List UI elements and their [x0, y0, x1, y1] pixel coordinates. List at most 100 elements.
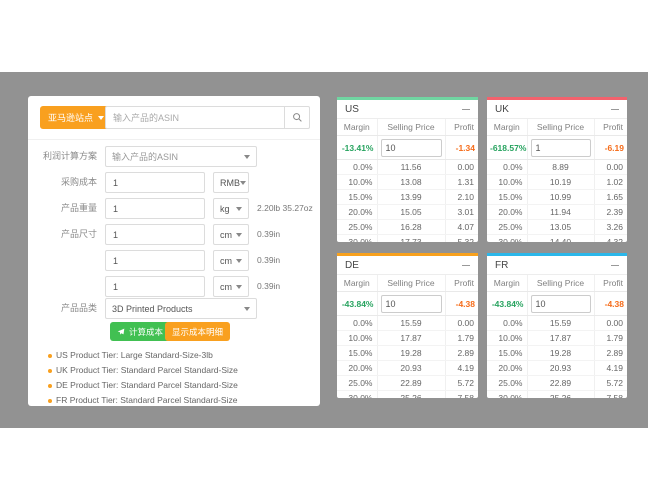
- margin-cell: 20.0%: [487, 205, 527, 220]
- profit-cell: 4.07: [445, 220, 478, 235]
- tier-notes-list: US Product Tier: Large Standard-Size-3lb…: [28, 348, 320, 408]
- price-cell: 22.89: [527, 376, 594, 391]
- asin-search-button[interactable]: [284, 106, 310, 129]
- profit-plan-select[interactable]: 输入产品的ASIN: [105, 146, 257, 167]
- price-cell: 20.93: [527, 361, 594, 376]
- dimension-height-input[interactable]: [105, 276, 205, 297]
- purchase-cost-row: 采购成本 RMB: [28, 172, 320, 193]
- dimension-unit-select[interactable]: cm: [213, 224, 249, 245]
- margin-table: Margin Selling Price Profit -13.41% -1.3…: [337, 119, 478, 242]
- dimension-unit-select[interactable]: cm: [213, 250, 249, 271]
- margin-table-row: 15.0%13.992.10: [337, 190, 478, 205]
- margin-table: Margin Selling Price Profit -618.57% -6.…: [487, 119, 627, 242]
- currency-value: RMB: [220, 178, 240, 188]
- panel-header: UK: [487, 100, 627, 119]
- margin-cell: 0.0%: [337, 316, 377, 331]
- selling-price-column-header: Selling Price: [377, 119, 445, 136]
- calculate-cost-button[interactable]: 计算成本: [110, 322, 170, 341]
- current-margin-value: -618.57%: [487, 136, 527, 160]
- weight-unit-select[interactable]: kg: [213, 198, 249, 219]
- margin-table-row: 25.0%22.895.72: [337, 376, 478, 391]
- current-margin-value: -43.84%: [337, 292, 377, 316]
- margin-table-row: 30.0%14.404.32: [487, 235, 627, 243]
- profit-cell: 1.79: [445, 331, 478, 346]
- margin-table-row: 10.0%17.871.79: [337, 331, 478, 346]
- margin-column-header: Margin: [337, 275, 377, 292]
- profit-cell: 4.19: [594, 361, 627, 376]
- selling-price-input[interactable]: [381, 139, 442, 157]
- marketplace-panel-us: US Margin Selling Price Profit -13.41% -…: [337, 97, 478, 242]
- dimension-unit-select[interactable]: cm: [213, 276, 249, 297]
- caret-down-icon: [98, 116, 104, 120]
- price-cell: 15.59: [377, 316, 445, 331]
- profit-cell: 3.01: [445, 205, 478, 220]
- margin-cell: 25.0%: [487, 220, 527, 235]
- collapse-minus-icon[interactable]: [611, 109, 619, 110]
- dimension-length-input[interactable]: [105, 224, 205, 245]
- collapse-minus-icon[interactable]: [611, 265, 619, 266]
- margin-cell: 10.0%: [337, 175, 377, 190]
- margin-cell: 10.0%: [487, 175, 527, 190]
- table-header-row: Margin Selling Price Profit: [487, 275, 627, 292]
- margin-table-row: 10.0%17.871.79: [487, 331, 627, 346]
- profit-plan-label: 利润计算方案: [28, 146, 97, 167]
- margin-column-header: Margin: [487, 119, 527, 136]
- price-cell: 22.89: [377, 376, 445, 391]
- marketplace-panel-uk: UK Margin Selling Price Profit -618.57% …: [487, 97, 627, 242]
- weight-conversion-text: 2.20lb 35.27oz: [257, 198, 313, 219]
- purchase-cost-input[interactable]: [105, 172, 205, 193]
- product-category-select[interactable]: 3D Printed Products: [105, 298, 257, 319]
- selling-price-column-header: Selling Price: [527, 275, 594, 292]
- price-cell: 13.08: [377, 175, 445, 190]
- dimension-unit-value: cm: [220, 256, 232, 266]
- selling-price-input[interactable]: [531, 139, 591, 157]
- profit-cell: 5.32: [445, 235, 478, 243]
- margin-table-row: 10.0%13.081.31: [337, 175, 478, 190]
- show-cost-details-button[interactable]: 显示成本明细: [165, 322, 230, 341]
- product-category-value: 3D Printed Products: [112, 304, 193, 314]
- panel-title: UK: [495, 104, 509, 115]
- collapse-minus-icon[interactable]: [462, 265, 470, 266]
- bullet-icon: [48, 369, 52, 373]
- profit-cell: 0.00: [445, 160, 478, 175]
- card-divider: [28, 139, 320, 140]
- profit-cell: 1.31: [445, 175, 478, 190]
- margin-table-row: 30.0%25.267.58: [337, 391, 478, 399]
- product-weight-input[interactable]: [105, 198, 205, 219]
- current-price-row: -43.84% -4.38: [337, 292, 478, 316]
- dimension-conversion-text: 0.39in: [257, 224, 280, 245]
- caret-down-icon: [240, 181, 246, 185]
- profit-cell: 5.72: [594, 376, 627, 391]
- product-weight-row: 产品重量 kg 2.20lb 35.27oz: [28, 198, 320, 219]
- price-cell: 15.05: [377, 205, 445, 220]
- collapse-minus-icon[interactable]: [462, 109, 470, 110]
- bullet-icon: [48, 384, 52, 388]
- margin-table-row: 0.0%11.560.00: [337, 160, 478, 175]
- profit-plan-value: 输入产品的ASIN: [112, 150, 178, 163]
- margin-table-row: 10.0%10.191.02: [487, 175, 627, 190]
- calculator-card: 亚马逊站点 利润计算方案 输入产品的ASIN 采购成本 RMB 产品重量 kg: [28, 96, 320, 406]
- profit-column-header: Profit: [445, 275, 478, 292]
- profit-cell: 4.32: [594, 235, 627, 243]
- profit-cell: 1.79: [594, 331, 627, 346]
- current-profit-value: -4.38: [594, 292, 627, 316]
- currency-select[interactable]: RMB: [213, 172, 249, 193]
- price-cell: 19.28: [527, 346, 594, 361]
- margin-cell: 20.0%: [487, 361, 527, 376]
- search-icon: [292, 112, 303, 123]
- price-cell: 17.87: [527, 331, 594, 346]
- selling-price-input[interactable]: [381, 295, 442, 313]
- margin-table-row: 15.0%19.282.89: [487, 346, 627, 361]
- price-cell: 16.28: [377, 220, 445, 235]
- selling-price-input[interactable]: [531, 295, 591, 313]
- list-item: DE Product Tier: Standard Parcel Standar…: [28, 378, 320, 393]
- price-cell: 25.26: [377, 391, 445, 399]
- dimension-width-input[interactable]: [105, 250, 205, 271]
- table-header-row: Margin Selling Price Profit: [487, 119, 627, 136]
- margin-column-header: Margin: [337, 119, 377, 136]
- product-dimension-row: 产品尺寸 cm 0.39in: [28, 224, 320, 245]
- margin-cell: 10.0%: [487, 331, 527, 346]
- margin-table-row: 20.0%20.934.19: [337, 361, 478, 376]
- asin-search-input[interactable]: [105, 106, 285, 129]
- marketplace-dropdown-button[interactable]: 亚马逊站点: [40, 106, 112, 129]
